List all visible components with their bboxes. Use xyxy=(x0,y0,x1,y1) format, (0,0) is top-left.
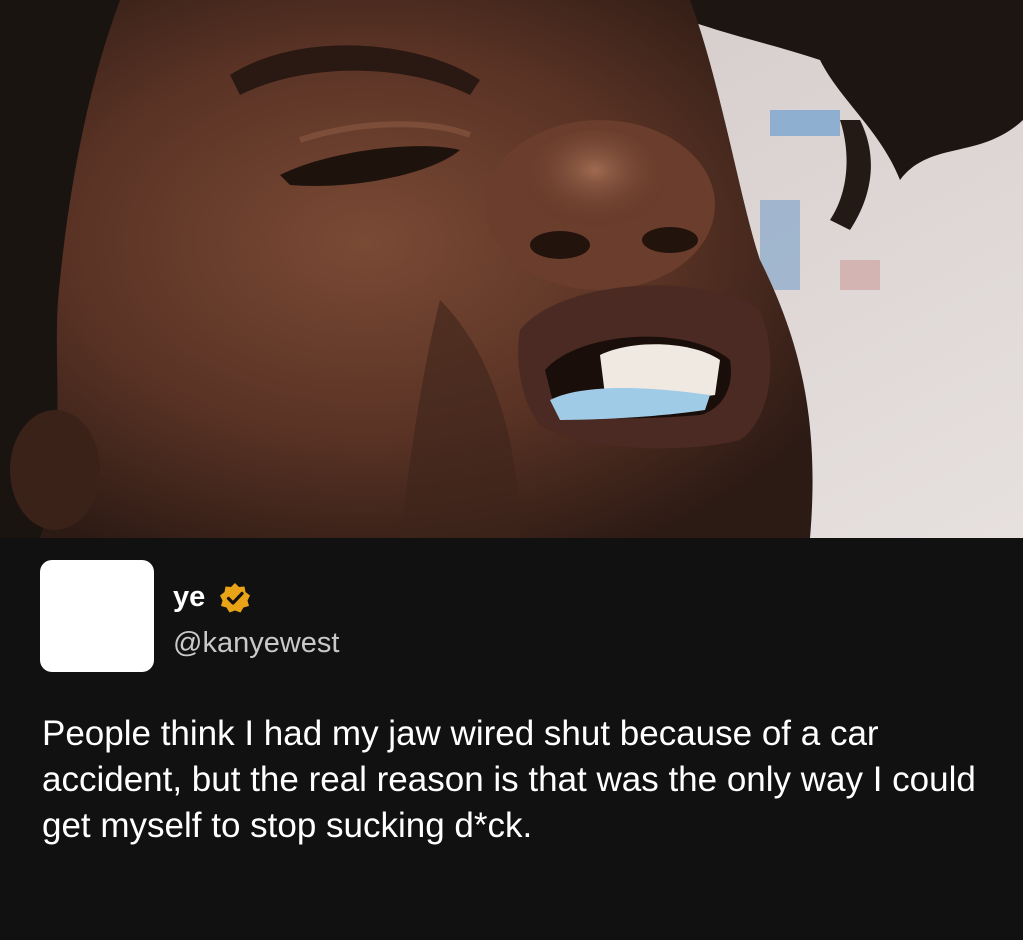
photo-closeup-face xyxy=(0,0,1023,538)
tweet-text: People think I had my jaw wired shut bec… xyxy=(42,714,976,845)
username-handle[interactable]: @kanyewest xyxy=(173,626,339,660)
verified-badge-icon xyxy=(219,582,251,614)
meme-image: ye @kanyewest People think I had my jaw … xyxy=(0,0,1023,940)
display-name[interactable]: ye xyxy=(173,580,205,614)
avatar[interactable] xyxy=(40,560,154,672)
tweet-card: ye @kanyewest People think I had my jaw … xyxy=(0,538,1023,940)
